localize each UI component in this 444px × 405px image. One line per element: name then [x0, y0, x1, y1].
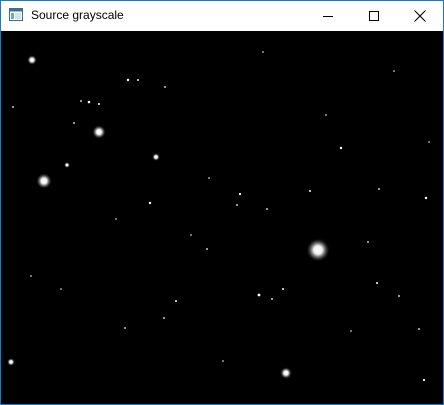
star [280, 367, 292, 379]
star [325, 114, 327, 116]
star [163, 317, 165, 319]
star [282, 288, 284, 290]
star [115, 218, 117, 220]
star [98, 103, 100, 105]
star [378, 188, 380, 190]
star [164, 86, 166, 88]
star [92, 125, 106, 139]
star [422, 378, 426, 382]
star [238, 192, 242, 196]
star [60, 288, 62, 290]
star [271, 298, 273, 300]
star [206, 248, 208, 250]
star [80, 100, 82, 102]
star [208, 177, 210, 179]
star [398, 295, 400, 297]
minimize-icon [323, 11, 333, 21]
star [350, 330, 352, 332]
star [36, 173, 52, 189]
star [152, 153, 160, 161]
star [309, 190, 311, 192]
star [137, 79, 139, 81]
star [12, 106, 14, 108]
star [222, 360, 224, 362]
star [148, 201, 152, 205]
minimize-button[interactable] [305, 1, 351, 31]
star [393, 70, 395, 72]
star [257, 293, 261, 297]
star [87, 100, 91, 104]
starfield-image [1, 31, 443, 404]
maximize-icon [369, 11, 379, 21]
star [7, 358, 15, 366]
star [64, 162, 70, 168]
star [236, 204, 238, 206]
close-button[interactable] [397, 1, 443, 31]
window-title: Source grayscale [31, 8, 124, 22]
star [367, 241, 369, 243]
star [126, 78, 130, 82]
grayscale-image-canvas[interactable] [1, 31, 443, 404]
star [124, 327, 126, 329]
star [190, 234, 192, 236]
app-window: Source grayscale [0, 0, 444, 405]
title-bar[interactable]: Source grayscale [1, 1, 443, 31]
star [73, 122, 75, 124]
star [27, 55, 37, 65]
close-icon [414, 10, 426, 22]
star [339, 146, 343, 150]
star [424, 196, 428, 200]
star [428, 141, 430, 143]
star [266, 208, 268, 210]
star [30, 275, 32, 277]
star [418, 328, 420, 330]
maximize-button[interactable] [351, 1, 397, 31]
star [306, 238, 330, 262]
star [262, 51, 264, 53]
app-window-icon [9, 8, 23, 21]
star [175, 300, 177, 302]
star [376, 282, 378, 284]
